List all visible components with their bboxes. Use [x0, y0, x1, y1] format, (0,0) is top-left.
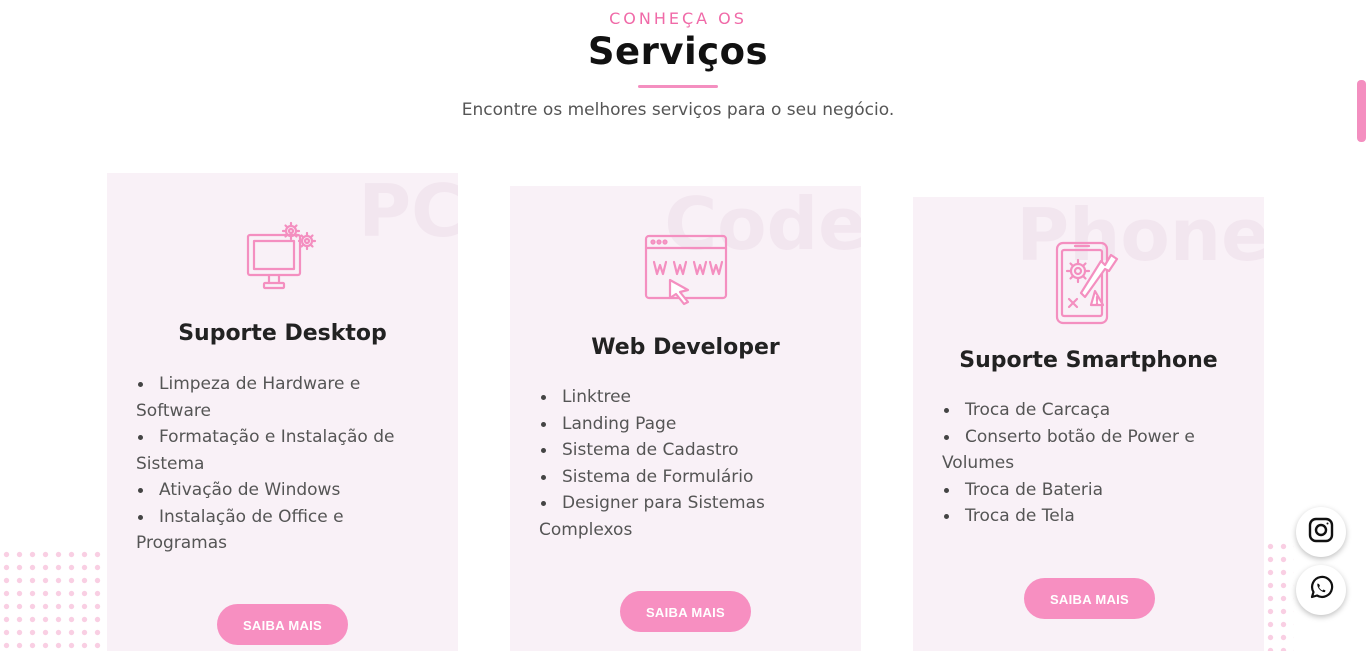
list-item: Limpeza de Hardware e Software	[136, 371, 436, 424]
saiba-mais-button[interactable]: SAIBA MAIS	[217, 604, 348, 645]
list-item: Landing Page	[539, 411, 839, 438]
section-eyebrow: CONHEÇA OS	[609, 9, 747, 28]
list-item: Troca de Bateria	[942, 477, 1242, 504]
whatsapp-button[interactable]	[1296, 565, 1346, 615]
title-underline	[638, 85, 718, 88]
list-item: Linktree	[539, 384, 839, 411]
desktop-gears-icon	[107, 221, 458, 299]
service-card-web: Code Web Developer Linktree Landing Page…	[510, 186, 861, 651]
card-title: Web Developer	[591, 335, 780, 360]
smartphone-repair-icon	[913, 241, 1264, 329]
list-item: Ativação de Windows	[136, 477, 436, 504]
list-item: Conserto botão de Power e Volumes	[942, 424, 1242, 477]
service-list: Linktree Landing Page Sistema de Cadastr…	[539, 384, 839, 543]
list-item: Troca de Carcaça	[942, 397, 1242, 424]
service-list: Limpeza de Hardware e Software Formataçã…	[136, 371, 436, 557]
section-subtitle: Encontre os melhores serviços para o seu…	[461, 100, 895, 120]
list-item: Designer para Sistemas Complexos	[539, 490, 839, 543]
service-card-smartphone: Phone Suporte Smartphone Troca de Carcaç…	[913, 197, 1264, 651]
card-title: Suporte Smartphone	[959, 348, 1218, 373]
saiba-mais-button[interactable]: SAIBA MAIS	[1024, 578, 1155, 619]
instagram-button[interactable]	[1296, 507, 1346, 557]
card-title: Suporte Desktop	[178, 321, 387, 346]
list-item: Formatação e Instalação de Sistema	[136, 424, 436, 477]
saiba-mais-button[interactable]: SAIBA MAIS	[620, 591, 751, 632]
instagram-icon	[1308, 517, 1334, 547]
section-title: Serviços	[587, 30, 769, 73]
list-item: Troca de Tela	[942, 503, 1242, 530]
service-list: Troca de Carcaça Conserto botão de Power…	[942, 397, 1242, 530]
list-item: Sistema de Formulário	[539, 464, 839, 491]
scrollbar-thumb[interactable]	[1357, 80, 1366, 142]
list-item: Instalação de Office e Programas	[136, 504, 436, 557]
service-card-desktop: PC Suporte Desktop Limpeza de Hardware e…	[107, 173, 458, 651]
list-item: Sistema de Cadastro	[539, 437, 839, 464]
whatsapp-icon	[1308, 575, 1334, 605]
www-browser-icon	[510, 234, 861, 310]
